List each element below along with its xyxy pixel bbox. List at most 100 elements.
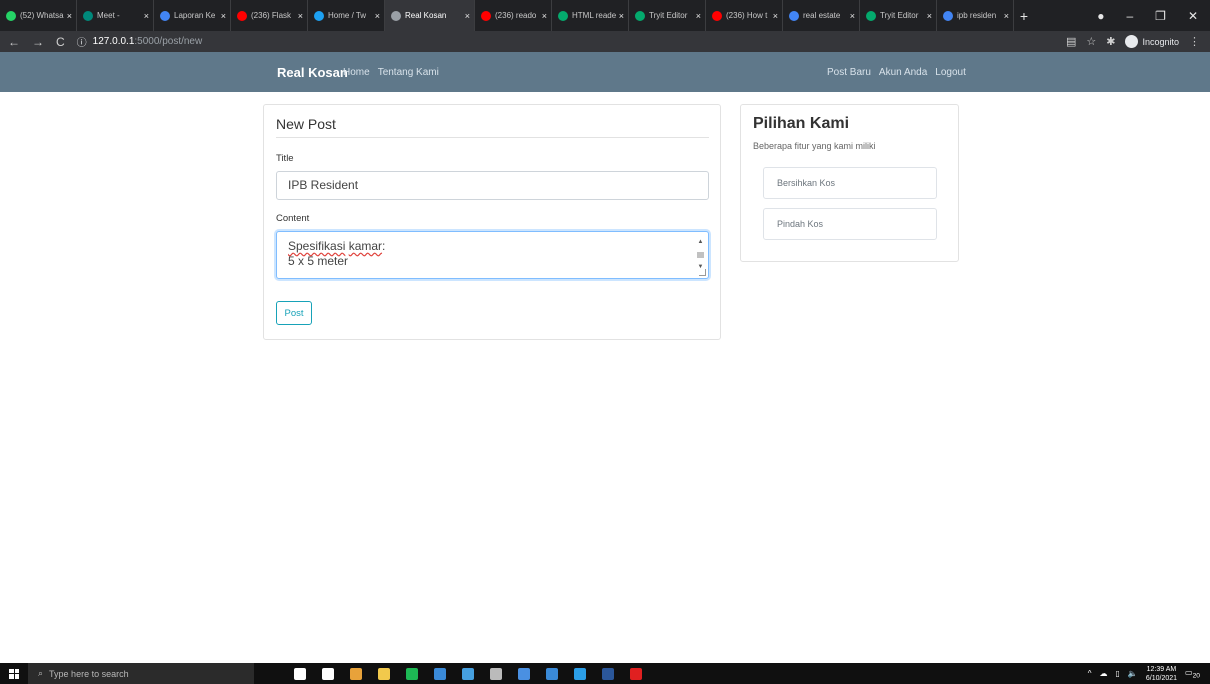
- nav-account-link[interactable]: Akun Anda: [879, 67, 927, 78]
- tab-label: (52) Whatsa: [20, 11, 64, 20]
- tab-close-icon[interactable]: ×: [850, 11, 855, 21]
- new-tab-button[interactable]: +: [1014, 0, 1034, 31]
- post-submit-button[interactable]: Post: [276, 301, 312, 325]
- volume-icon[interactable]: 🔈: [1128, 669, 1138, 678]
- url-path: :5000/post/new: [134, 36, 203, 47]
- tab-close-icon[interactable]: ×: [144, 11, 149, 21]
- browser-tab[interactable]: (236) reado ×: [475, 0, 552, 31]
- taskbar-search[interactable]: ⌕ Type here to search: [28, 663, 254, 684]
- browser-tab[interactable]: Meet - ×: [77, 0, 154, 31]
- check-app-icon[interactable]: [546, 667, 558, 680]
- tab-close-icon[interactable]: ×: [1004, 11, 1009, 21]
- maximize-icon[interactable]: ❐: [1155, 9, 1166, 23]
- chrome-icon[interactable]: [350, 667, 362, 680]
- extensions-puzzle-icon[interactable]: ✱: [1106, 35, 1115, 48]
- tab-label: Home / Tw: [328, 11, 367, 20]
- scroll-thumb[interactable]: [697, 252, 704, 258]
- address-bar: ← → C ⓘ 127.0.0.1:5000/post/new ▤ ☆ ✱ In…: [0, 31, 1210, 52]
- clock-time: 12:39 AM: [1146, 665, 1177, 673]
- notification-center-icon[interactable]: ▭20: [1185, 668, 1200, 680]
- browser-tab[interactable]: (236) How t ×: [706, 0, 783, 31]
- reader-icon[interactable]: ▤: [1066, 35, 1076, 48]
- epic-games-icon[interactable]: [490, 667, 502, 680]
- tab-close-icon[interactable]: ×: [67, 11, 72, 21]
- task-view-icon[interactable]: [322, 667, 334, 680]
- window-controls: ● – ❐ ✕: [1097, 0, 1210, 31]
- tab-favicon-icon: [558, 10, 568, 21]
- network-icon[interactable]: ▯: [1116, 669, 1120, 678]
- tab-close-icon[interactable]: ×: [619, 11, 624, 21]
- resize-grip-icon[interactable]: [699, 269, 706, 276]
- tab-close-icon[interactable]: ×: [375, 11, 380, 21]
- tab-close-icon[interactable]: ×: [927, 11, 932, 21]
- scroll-up-icon[interactable]: ▲: [698, 235, 704, 250]
- clock-date: 6/10/2021: [1145, 674, 1178, 682]
- sidebar-item-pindah-kos[interactable]: Pindah Kos: [763, 208, 937, 240]
- content-line-2: 5 x 5 meter: [288, 254, 349, 268]
- bookmark-star-icon[interactable]: ☆: [1086, 35, 1096, 48]
- tab-label: Tryit Editor: [649, 11, 688, 20]
- steam-check-icon[interactable]: [434, 667, 446, 680]
- content-textarea[interactable]: Spesifikasi kamar: 5 x 5 meter ▲ ▼: [276, 231, 709, 279]
- reload-icon[interactable]: C: [56, 35, 65, 49]
- menu-kebab-icon[interactable]: ⋮: [1189, 35, 1200, 48]
- nav-home-link[interactable]: Home: [343, 67, 370, 78]
- browser-tab[interactable]: Laporan Ke ×: [154, 0, 231, 31]
- taskbar-clock[interactable]: 12:39 AM 6/10/2021: [1146, 665, 1177, 683]
- tab-close-icon[interactable]: ×: [221, 11, 226, 21]
- file-explorer-icon[interactable]: [378, 667, 390, 680]
- browser-tab[interactable]: (236) Flask ×: [231, 0, 308, 31]
- chrome-incognito-icon[interactable]: [518, 667, 530, 680]
- browser-tab[interactable]: real estate ×: [783, 0, 860, 31]
- windows-taskbar: ⌕ Type here to search ^ ☁ ▯ 🔈 12:39 AM 6…: [0, 663, 1210, 684]
- app-blue-icon[interactable]: [462, 667, 474, 680]
- start-button[interactable]: [0, 668, 28, 679]
- nav-logout-link[interactable]: Logout: [935, 67, 966, 78]
- toolbar-right: ▤ ☆ ✱ Incognito ⋮: [1066, 35, 1210, 48]
- back-icon[interactable]: ←: [8, 35, 20, 49]
- content-label: Content: [276, 213, 310, 224]
- nav-right: Post Baru Akun Anda Logout: [827, 67, 966, 78]
- browser-tab[interactable]: HTML reade ×: [552, 0, 629, 31]
- browser-tab[interactable]: ipb residen ×: [937, 0, 1014, 31]
- forward-icon[interactable]: →: [32, 35, 44, 49]
- sidebar-item-bersihkan-kos[interactable]: Bersihkan Kos: [763, 167, 937, 199]
- tab-favicon-icon: [314, 10, 324, 21]
- tab-label: Tryit Editor: [880, 11, 919, 20]
- tab-close-icon[interactable]: ×: [773, 11, 778, 21]
- sidebar-subtitle: Beberapa fitur yang kami miliki: [753, 141, 876, 151]
- browser-tab[interactable]: Home / Tw ×: [308, 0, 385, 31]
- url-field[interactable]: ⓘ 127.0.0.1:5000/post/new: [77, 34, 203, 49]
- close-window-icon[interactable]: ✕: [1188, 9, 1198, 23]
- browser-tab[interactable]: Real Kosan ×: [385, 0, 475, 31]
- tab-close-icon[interactable]: ×: [542, 11, 547, 21]
- browser-tab-strip: (52) Whatsa × Meet - × Laporan Ke × (236) Flas…: [0, 0, 1210, 31]
- title-input[interactable]: IPB Resident: [276, 171, 709, 200]
- vscode-icon[interactable]: [574, 667, 586, 680]
- cortana-icon[interactable]: [294, 667, 306, 680]
- spotify-icon[interactable]: [406, 667, 418, 680]
- browser-tab[interactable]: (52) Whatsa ×: [0, 0, 77, 31]
- tray-expand-icon[interactable]: ^: [1088, 669, 1092, 678]
- tab-close-icon[interactable]: ×: [696, 11, 701, 21]
- browser-tab[interactable]: Tryit Editor ×: [860, 0, 937, 31]
- nav-about-link[interactable]: Tentang Kami: [378, 67, 439, 78]
- tab-favicon-icon: [83, 10, 93, 21]
- system-tray: ^ ☁ ▯ 🔈 12:39 AM 6/10/2021 ▭20: [1088, 665, 1210, 683]
- extension-icon[interactable]: ●: [1097, 9, 1104, 23]
- brand-link[interactable]: Real Kosan: [277, 65, 348, 80]
- info-icon[interactable]: ⓘ: [77, 34, 87, 49]
- incognito-badge[interactable]: Incognito: [1125, 35, 1179, 48]
- tab-favicon-icon: [635, 10, 645, 21]
- cloud-icon[interactable]: ☁: [1100, 669, 1108, 678]
- browser-tab[interactable]: Tryit Editor ×: [629, 0, 706, 31]
- minimize-icon[interactable]: –: [1126, 9, 1133, 23]
- word-icon[interactable]: [602, 667, 614, 680]
- nav-buttons: ← → C: [0, 35, 65, 49]
- nav-new-post-link[interactable]: Post Baru: [827, 67, 871, 78]
- tab-close-icon[interactable]: ×: [298, 11, 303, 21]
- tab-close-icon[interactable]: ×: [465, 11, 470, 21]
- sidebar-title: Pilihan Kami: [753, 115, 850, 132]
- search-icon: ⌕: [38, 668, 44, 678]
- acrobat-icon[interactable]: [630, 667, 642, 680]
